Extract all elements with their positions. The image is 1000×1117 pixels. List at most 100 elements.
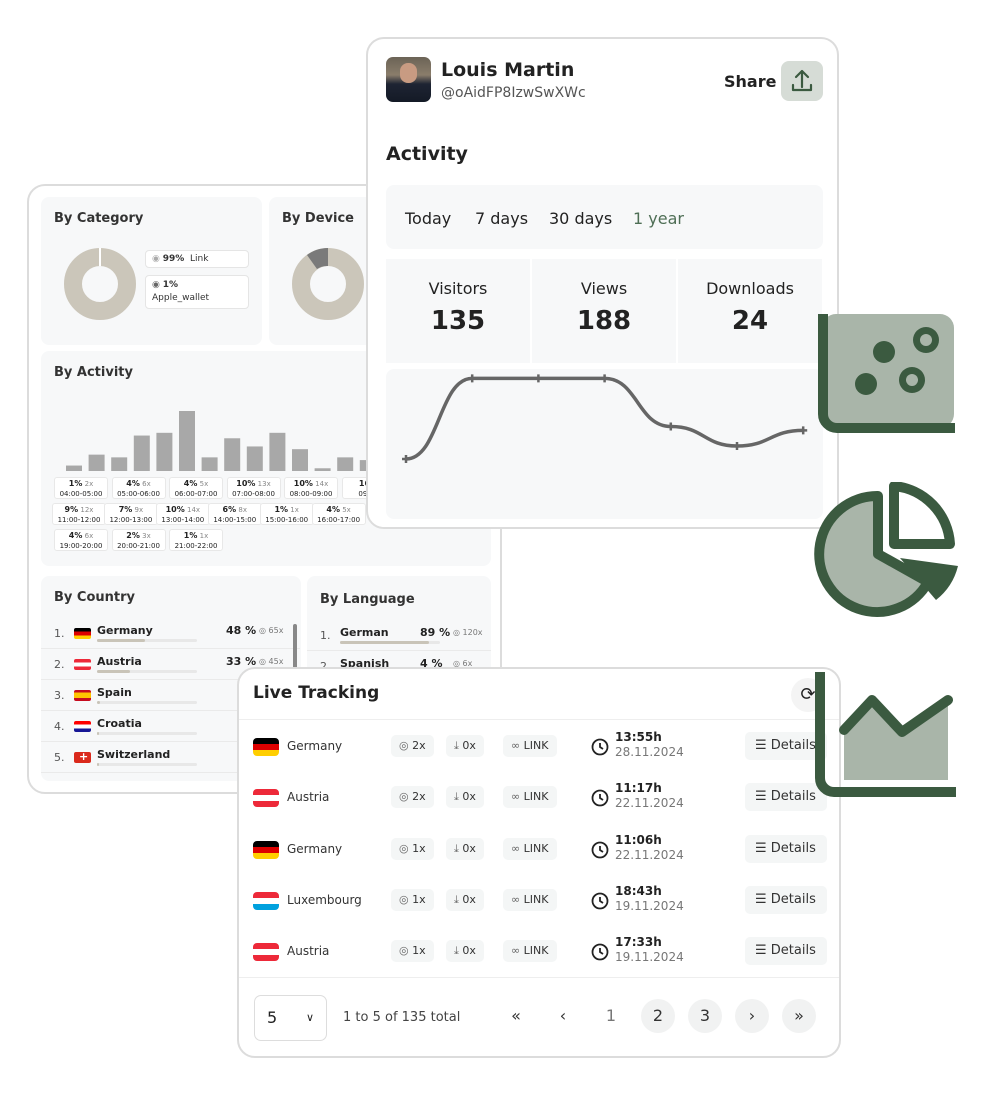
type-pill: ∞ LINK [503,735,557,757]
stat-views: Views 188 [532,259,676,363]
page-2[interactable]: 2 [641,999,675,1033]
activity-card: Louis Martin @oAidFP8IzwSwXWc Share Acti… [366,37,839,529]
last-page-button[interactable]: » [782,999,816,1033]
flag-ch-icon: + [74,752,91,763]
details-button[interactable]: ☰ Details [745,937,827,966]
eye-icon: ◎ [399,790,413,804]
hour-cell: 4% 5x 06:00-07:00 [169,477,223,499]
hour-cell: 6% 8x 14:00-15:00 [207,503,262,525]
details-button[interactable]: ☰ Details [745,885,827,914]
avatar [386,57,431,102]
activity-bar [292,449,308,471]
activity-bar [269,432,286,471]
live-tracking-title: Live Tracking [253,683,380,703]
tracking-row: Luxembourg ◎ 1x ⤓ 0x ∞ LINK 18:43h 19.11.2024… [239,879,839,930]
stat-visitors: Visitors 135 [386,259,530,363]
flag-hr-icon [74,721,91,732]
views-pill: ◎ 2x [391,786,434,809]
chevron-down-icon: ∨ [305,1011,314,1024]
next-page-button[interactable]: › [735,999,769,1033]
hour-cell: 9% 12x 11:00-12:00 [52,503,106,525]
legend-item-link: ◉ 99% Link [145,250,249,268]
country-row[interactable]: 1. Germany 48 % ◎ 65x [41,618,300,649]
activity-bar [156,432,173,471]
page-size-select[interactable]: 5 ∨ [254,995,327,1041]
list-icon: ☰ [755,943,771,959]
type-pill: ∞ LINK [503,888,557,911]
details-button[interactable]: ☰ Details [745,834,827,863]
data-point [402,455,410,463]
data-point [666,422,675,431]
data-point [534,374,543,383]
divider [239,719,839,720]
hour-cell: 4% 6x 19:00-20:00 [54,529,108,551]
hour-cell: 7% 9x 12:00-13:00 [103,503,158,525]
user-handle: @oAidFP8IzwSwXWc [441,85,586,101]
prev-page-button[interactable]: ‹ [546,999,580,1033]
views-pill: ◎ 1x [391,837,434,860]
page-3[interactable]: 3 [688,999,722,1033]
downloads-pill: ⤓ 0x [446,888,484,911]
flag-de-icon [253,840,279,859]
type-pill: ∞ LINK [503,940,557,963]
link-icon: ∞ [511,841,524,855]
hour-cell: 4% 5x 16:00-17:00 [311,503,366,525]
scatter-chart-icon [818,314,955,433]
eye-icon: ◎ [399,944,413,958]
hour-cell: 10% 14x 08:00-09:00 [284,477,338,499]
list-icon: ☰ [755,738,771,753]
flag-lu-icon [253,891,279,910]
share-bar [340,641,440,644]
activity-bar [66,465,82,471]
divider [239,977,839,978]
share-bar [97,639,197,642]
first-page-button[interactable]: « [499,999,533,1033]
stat-downloads: Downloads 24 [678,259,822,363]
activity-bar [111,457,128,471]
data-point [468,374,477,383]
eye-icon: ◎ [453,628,463,637]
eye-icon: ◎ [259,657,269,666]
activity-bar [179,411,195,471]
flag-at-icon [253,943,279,962]
data-point [799,426,808,435]
tracking-row: Austria ◎ 2x ⤓ 0x ∞ LINK 11:17h 22.11.2024 ☰ D… [239,776,839,827]
hour-cell: 1% 2x 04:00-05:00 [54,477,108,499]
flag-es-icon [74,690,91,701]
downloads-pill: ⤓ 0x [446,735,484,757]
flag-de-icon [253,738,279,756]
by-activity-title: By Activity [54,365,133,380]
legend-item-apple-wallet: ◉ 1% Apple_wallet [145,275,249,309]
views-pill: ◎ 2x [391,735,434,757]
tab-30-days[interactable]: 30 days [549,209,612,228]
radio-icon: ◉ [152,280,160,290]
hour-cell: 1% 1x 21:00-22:00 [169,529,223,551]
share-button[interactable] [781,61,823,101]
activity-bar [133,435,150,471]
hour-cell: 2% 3x 20:00-21:00 [111,529,166,551]
area-chart-icon [815,672,956,797]
activity-bar [201,457,218,471]
share-bar [97,701,197,704]
share-bar [97,732,197,735]
hour-cell: 4% 6x 05:00-06:00 [111,477,166,499]
clock-icon [591,789,609,811]
list-icon: ☰ [755,891,771,907]
tab-today[interactable]: Today [405,209,451,228]
type-pill: ∞ LINK [503,786,557,809]
eye-icon: ◎ [399,739,413,752]
activity-title: Activity [386,143,468,165]
language-row[interactable]: 1. German 89 % ◎ 120x [307,620,491,651]
by-category-title: By Category [54,211,144,226]
list-icon: ☰ [755,789,771,805]
page-1[interactable]: 1 [594,999,628,1033]
tab-7-days[interactable]: 7 days [475,209,528,228]
flag-at-icon [74,659,91,670]
share-label[interactable]: Share [724,72,776,91]
clock-icon [591,943,609,965]
downloads-pill: ⤓ 0x [446,940,484,963]
tab-1-year[interactable]: 1 year [633,209,684,228]
device-donut [292,248,364,320]
hour-cell: 1% 1x 15:00-16:00 [259,503,314,525]
data-point [600,374,609,383]
